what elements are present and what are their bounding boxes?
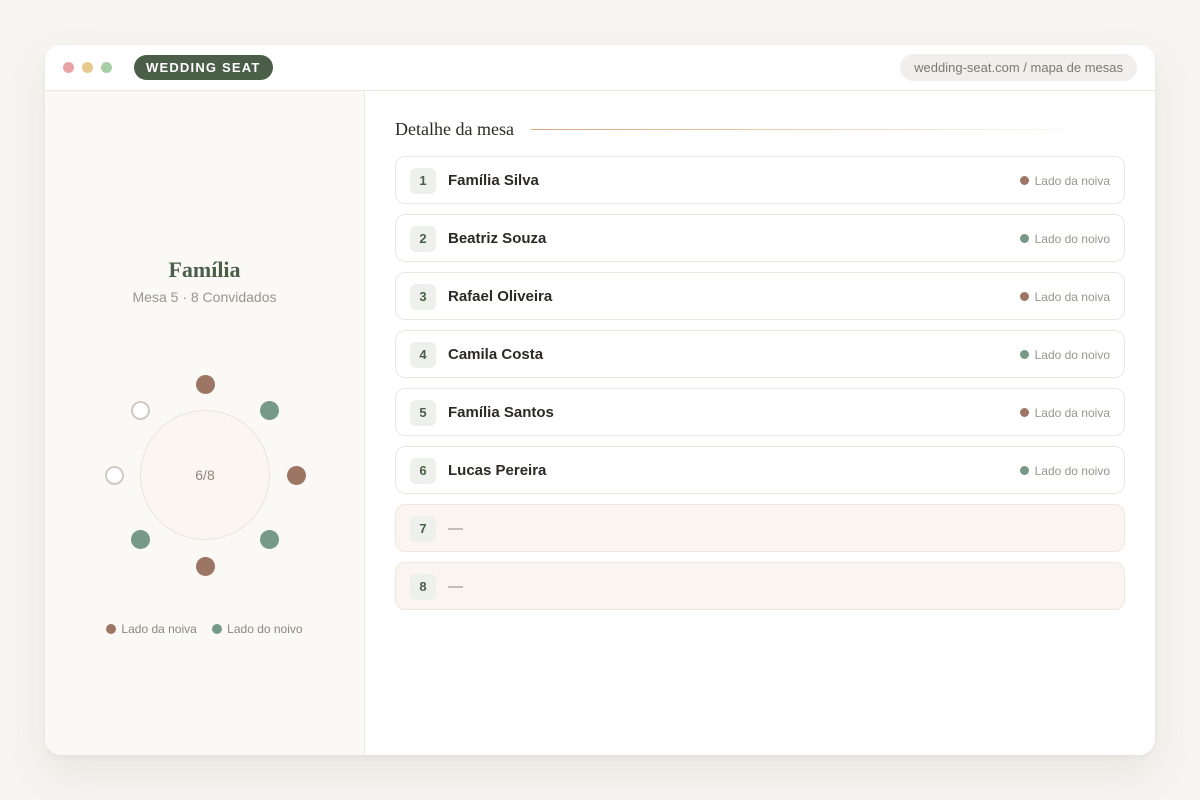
legend-groom: Lado do noivo <box>212 622 303 636</box>
seat-4[interactable] <box>259 529 279 549</box>
guest-list: 1 Família Silva Lado da noiva 2 Beatriz Souz… <box>395 156 1125 620</box>
seat-6[interactable] <box>131 529 151 549</box>
seat-3[interactable] <box>286 465 306 485</box>
close-window-dot[interactable] <box>63 62 74 73</box>
guest-side-label: Lado do noivo <box>1034 464 1110 478</box>
seat-2[interactable] <box>259 401 279 421</box>
guest-row[interactable]: 4 Camila Costa Lado do noivo <box>395 330 1125 378</box>
guest-name: Camila Costa <box>448 346 544 363</box>
guest-name: Beatriz Souza <box>448 230 547 247</box>
guest-row[interactable]: 5 Família Santos Lado da noiva <box>395 388 1125 436</box>
guest-side-badge: Lado da noiva <box>1019 389 1110 437</box>
table-name: Família <box>168 257 241 282</box>
groom-dot-icon <box>1019 234 1029 243</box>
brand-logo: WEDDING SEAT <box>134 55 273 80</box>
seat-5[interactable] <box>195 556 215 576</box>
guest-row[interactable]: 3 Rafael Oliveira Lado da noiva <box>395 272 1125 320</box>
groom-dot-icon <box>1019 466 1029 475</box>
table-overview-panel: Família Mesa 5 · 8 Convidados 6/8 Lado d… <box>45 91 365 755</box>
table-detail-panel: Detalhe da mesa 1 Família Silva Lado da no… <box>365 91 1155 755</box>
guest-side-label: Lado do noivo <box>1034 232 1110 246</box>
seat-number: 5 <box>410 400 436 426</box>
seat-8[interactable] <box>131 401 151 421</box>
legend-groom-label: Lado do noivo <box>227 622 303 636</box>
bride-dot-icon <box>1019 292 1029 301</box>
title-divider <box>531 129 1101 130</box>
section-title: Detalhe da mesa <box>395 119 514 139</box>
bride-dot-icon <box>106 624 117 634</box>
bride-dot-icon <box>1019 176 1029 185</box>
guest-side-badge: Lado da noiva <box>1019 157 1110 205</box>
minimize-window-dot[interactable] <box>82 62 93 73</box>
url-bar[interactable]: wedding-seat.com / mapa de mesas <box>900 54 1137 81</box>
guest-side-label: Lado da noiva <box>1034 406 1110 420</box>
bride-dot-icon <box>1019 408 1029 417</box>
seat-7[interactable] <box>104 465 124 485</box>
guest-side-label: Lado da noiva <box>1034 174 1110 188</box>
guest-row[interactable]: 6 Lucas Pereira Lado do noivo <box>395 446 1125 494</box>
table-subtitle: Mesa 5 · 8 Convidados <box>132 289 277 305</box>
guest-side-badge: Lado do noivo <box>1019 215 1110 263</box>
guest-name: Família Silva <box>448 172 539 189</box>
guest-side-label: Lado da noiva <box>1034 290 1110 304</box>
guest-name: — <box>448 520 463 537</box>
app-window: WEDDING SEAT wedding-seat.com / mapa de … <box>45 45 1155 755</box>
legend-bride-label: Lado da noiva <box>121 622 197 636</box>
guest-row[interactable]: 1 Família Silva Lado da noiva <box>395 156 1125 204</box>
seat-number: 1 <box>410 168 436 194</box>
maximize-window-dot[interactable] <box>101 62 112 73</box>
seat-number: 3 <box>410 284 436 310</box>
legend: Lado da noiva Lado do noivo <box>45 622 364 636</box>
groom-dot-icon <box>1019 350 1029 359</box>
title-bar: WEDDING SEAT wedding-seat.com / mapa de … <box>45 45 1155 91</box>
seating-diagram: 6/8 <box>95 373 315 593</box>
seat-number: 2 <box>410 226 436 252</box>
occupancy-count: 6/8 <box>195 467 215 483</box>
guest-row[interactable]: 8— <box>395 562 1125 610</box>
seat-number: 7 <box>410 516 436 542</box>
guest-side-badge: Lado do noivo <box>1019 447 1110 495</box>
seat-number: 4 <box>410 342 436 368</box>
guest-name: Lucas Pereira <box>448 462 547 479</box>
seat-number: 6 <box>410 458 436 484</box>
table-center: 6/8 <box>140 410 270 540</box>
legend-bride: Lado da noiva <box>106 622 197 636</box>
guest-name: Família Santos <box>448 404 554 421</box>
guest-row[interactable]: 2 Beatriz Souza Lado do noivo <box>395 214 1125 262</box>
guest-name: — <box>448 578 463 595</box>
guest-side-badge: Lado do noivo <box>1019 331 1110 379</box>
seat-number: 8 <box>410 574 436 600</box>
groom-dot-icon <box>212 624 223 634</box>
seat-1[interactable] <box>195 374 215 394</box>
guest-name: Rafael Oliveira <box>448 288 553 305</box>
guest-side-label: Lado do noivo <box>1034 348 1110 362</box>
guest-row[interactable]: 7— <box>395 504 1125 552</box>
guest-side-badge: Lado da noiva <box>1019 273 1110 321</box>
